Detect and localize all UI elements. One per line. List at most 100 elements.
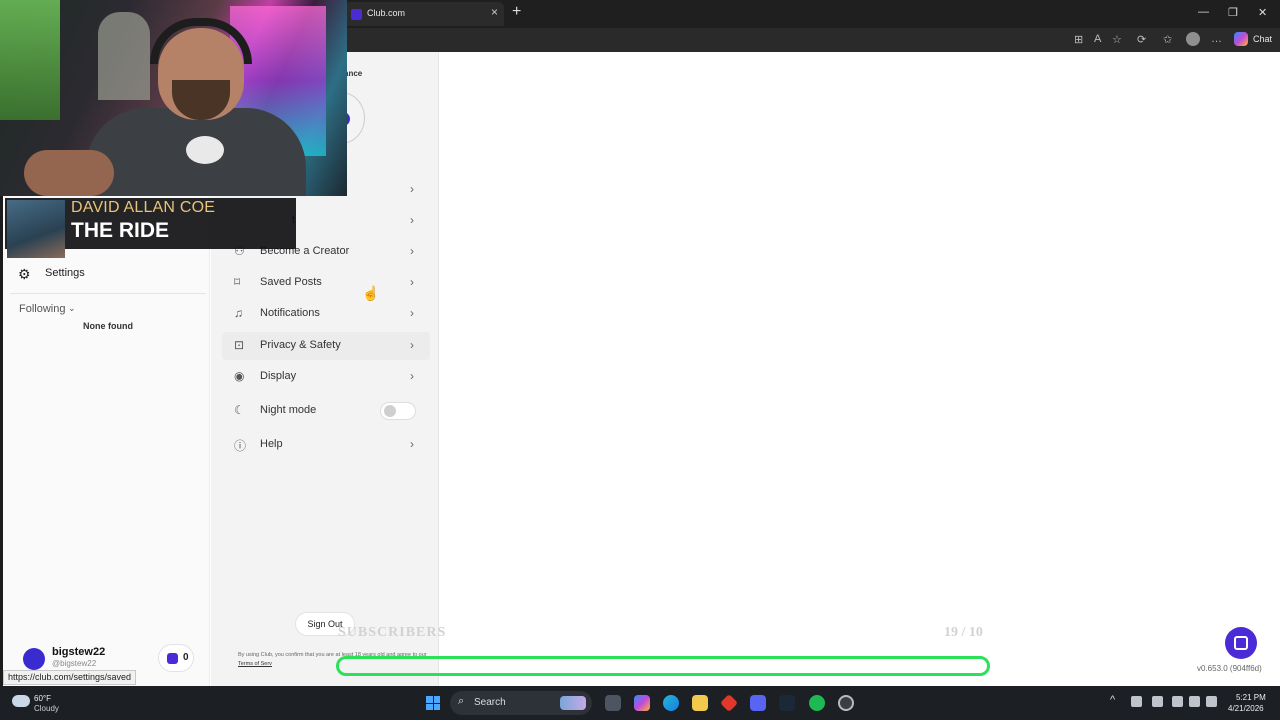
tray-overflow-icon[interactable]: ^ xyxy=(1110,694,1115,706)
windows-taskbar: 60°F Cloudy ⌕ Search ^ 5:21 PM 4/21/2026 xyxy=(0,686,1280,720)
onedrive-icon[interactable] xyxy=(1131,696,1142,707)
browser-tab-club[interactable]: Club.com × xyxy=(344,2,504,26)
chevron-down-icon[interactable]: ⌄ xyxy=(68,303,76,314)
edge-icon[interactable] xyxy=(663,695,679,711)
following-toggle[interactable]: Following xyxy=(19,303,65,315)
chevron-right-icon: › xyxy=(410,213,414,227)
hand-cursor-icon: ☝ xyxy=(362,285,380,301)
copilot-icon[interactable] xyxy=(1234,32,1248,46)
gear-icon: ⚙ xyxy=(18,266,31,282)
sub-goal-label: SUBSCRIBERS xyxy=(338,625,447,640)
clock-date[interactable]: 4/21/2026 xyxy=(1228,704,1264,713)
coin-balance-button[interactable]: 0 xyxy=(158,644,194,672)
status-bar-url: https://club.com/settings/saved xyxy=(3,670,137,685)
sub-goal-progress-bar xyxy=(336,656,990,676)
chevron-right-icon: › xyxy=(410,369,414,383)
search-highlight-icon xyxy=(560,696,586,710)
toggle-knob xyxy=(384,405,396,417)
restore-button[interactable]: ❐ xyxy=(1228,6,1238,19)
bookmark-icon: ⌑ xyxy=(234,275,241,289)
chevron-right-icon: › xyxy=(410,244,414,258)
night-mode-toggle[interactable] xyxy=(380,402,416,420)
settings-item-night-mode: ☾ Night mode xyxy=(222,397,430,425)
spotify-icon[interactable] xyxy=(809,695,825,711)
settings-item-display[interactable]: ◉ Display › xyxy=(222,363,430,391)
split-screen-icon[interactable]: ⊞ xyxy=(1074,33,1083,46)
taskbar-search[interactable]: ⌕ Search xyxy=(450,691,592,715)
chevron-right-icon: › xyxy=(410,338,414,352)
sub-goal-count: 19 / 10 xyxy=(944,625,983,640)
microphone-icon[interactable] xyxy=(1152,696,1163,707)
webcam-overlay xyxy=(0,0,347,196)
windows-logo-icon xyxy=(426,696,433,703)
avatar[interactable] xyxy=(23,648,45,670)
chat-fab-button[interactable] xyxy=(1225,627,1257,659)
extensions-icon[interactable]: ⟳ xyxy=(1137,33,1146,46)
obs-icon[interactable] xyxy=(838,695,854,711)
settings-item-label: Night mode xyxy=(260,404,317,416)
now-playing-title: THE RIDE xyxy=(71,219,170,242)
tab-close-icon[interactable]: × xyxy=(491,5,498,19)
settings-item-label: Notifications xyxy=(260,307,320,319)
webcam-person-arm xyxy=(24,150,114,196)
minimize-button[interactable]: — xyxy=(1198,6,1209,18)
chat-button[interactable]: Chat xyxy=(1253,34,1272,44)
chevron-right-icon: › xyxy=(410,306,414,320)
coin-count: 0 xyxy=(183,652,189,663)
favorite-star-icon[interactable]: ☆ xyxy=(1112,33,1122,46)
start-button[interactable] xyxy=(426,696,440,710)
sidebar-divider xyxy=(10,293,206,294)
weather-temperature[interactable]: 60°F xyxy=(34,694,51,703)
new-tab-button[interactable]: + xyxy=(512,3,521,21)
now-playing-artist: DAVID ALLAN COE xyxy=(71,199,216,216)
chevron-right-icon: › xyxy=(410,182,414,196)
moon-icon: ☾ xyxy=(234,403,245,417)
info-icon: ⓘ xyxy=(234,439,247,453)
coin-icon xyxy=(167,653,178,664)
sidebar-item-label: Settings xyxy=(45,267,85,279)
version-label: v0.653.0 (904ff6d) xyxy=(1197,664,1262,673)
sidebar-item-settings[interactable]: ⚙ Settings xyxy=(10,263,206,285)
webcam-window xyxy=(98,12,150,100)
settings-item-privacy-safety[interactable]: ⊡ Privacy & Safety › xyxy=(222,332,430,360)
favorites-icon[interactable]: ✩ xyxy=(1163,33,1172,46)
steam-icon[interactable] xyxy=(779,695,795,711)
user-handle: @bigstew22 xyxy=(52,659,97,668)
bell-icon: ♫ xyxy=(234,306,243,320)
weather-description[interactable]: Cloudy xyxy=(34,704,59,713)
profile-avatar[interactable] xyxy=(1186,32,1200,46)
album-art xyxy=(7,200,65,258)
settings-item-help[interactable]: ⓘ Help › xyxy=(222,431,430,459)
club-favicon-icon xyxy=(351,9,362,20)
copilot-app-icon[interactable] xyxy=(634,695,650,711)
battery-icon[interactable] xyxy=(1206,696,1217,707)
settings-item-label: Privacy & Safety xyxy=(260,339,341,351)
close-window-button[interactable]: ✕ xyxy=(1258,6,1267,19)
clock-time[interactable]: 5:21 PM xyxy=(1236,693,1266,702)
chevron-right-icon: › xyxy=(410,275,414,289)
following-empty-text: None found xyxy=(83,321,133,331)
settings-item-label: Display xyxy=(260,370,297,382)
terms-of-service-link[interactable]: Terms of Serv xyxy=(238,661,272,667)
username: bigstew22 xyxy=(52,646,106,658)
tab-title: Club.com xyxy=(367,8,406,18)
chevron-right-icon: › xyxy=(410,437,414,451)
eye-icon: ◉ xyxy=(234,369,245,383)
webcam-background-art xyxy=(0,0,60,120)
search-label: Search xyxy=(474,697,506,708)
settings-item-saved-posts[interactable]: ⌑ Saved Posts › xyxy=(222,269,430,297)
search-icon: ⌕ xyxy=(458,695,465,707)
read-aloud-icon[interactable]: A xyxy=(1094,33,1101,45)
red-app-icon[interactable] xyxy=(719,693,739,713)
task-view-icon[interactable] xyxy=(605,695,621,711)
more-menu-icon[interactable]: … xyxy=(1211,33,1222,45)
settings-item-label: Help xyxy=(260,438,283,450)
cloud-icon[interactable] xyxy=(12,695,30,707)
volume-icon[interactable] xyxy=(1189,696,1200,707)
now-playing-overlay: DAVID ALLAN COE THE RIDE xyxy=(5,198,296,258)
settings-item-notifications[interactable]: ♫ Notifications › xyxy=(222,300,430,328)
file-explorer-icon[interactable] xyxy=(692,695,708,711)
network-icon[interactable] xyxy=(1172,696,1183,707)
discord-icon[interactable] xyxy=(750,695,766,711)
webcam-shirt-logo xyxy=(186,136,224,164)
